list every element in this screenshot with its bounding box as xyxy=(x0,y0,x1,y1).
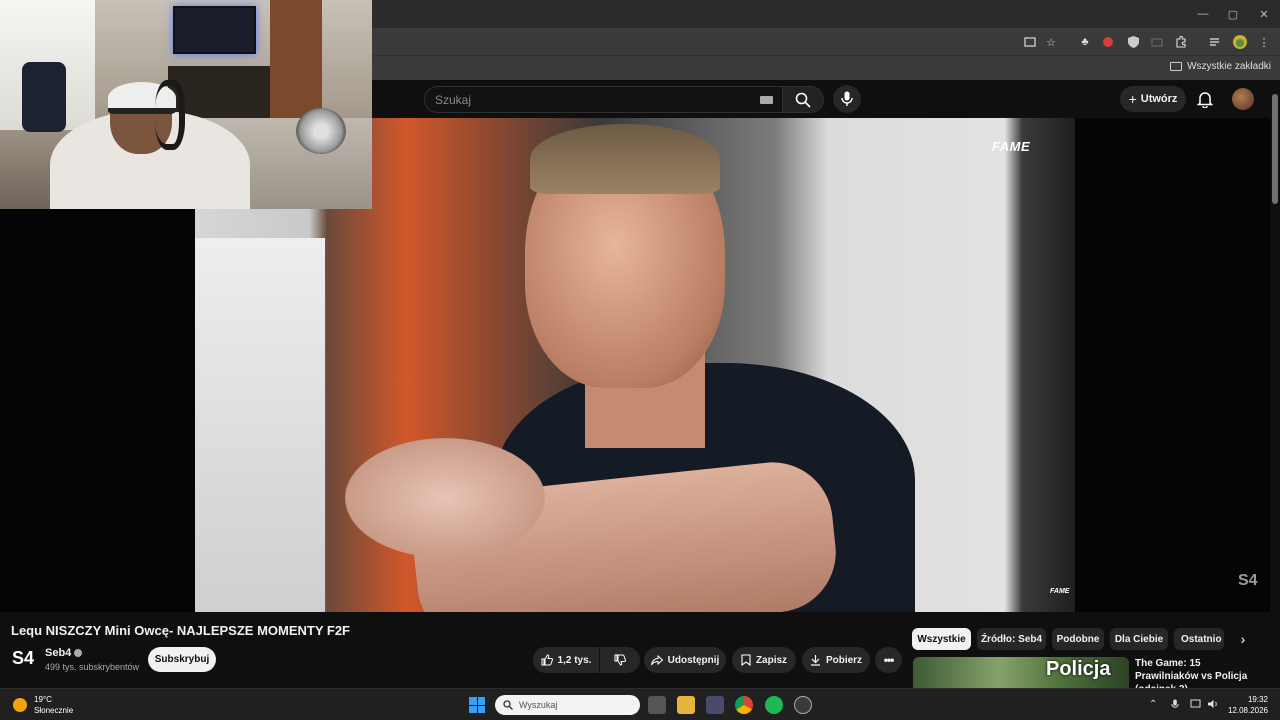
maximize-button[interactable]: ▢ xyxy=(1218,0,1248,28)
like-button[interactable]: 1,2 tys. xyxy=(533,647,599,673)
clock[interactable]: 19:32 12.08.2026 xyxy=(1226,694,1268,716)
webcam-tv xyxy=(173,6,256,54)
extensions-puzzle-icon[interactable] xyxy=(1173,34,1189,50)
spotify-icon[interactable] xyxy=(765,696,783,714)
like-count: 1,2 tys. xyxy=(557,654,592,666)
weather-temperature[interactable]: 19°C xyxy=(34,695,52,704)
chip-similar[interactable]: Podobne xyxy=(1052,628,1104,650)
search-icon xyxy=(795,92,811,108)
page-scrollbar[interactable] xyxy=(1270,80,1280,688)
clock-date: 12.08.2026 xyxy=(1227,706,1268,715)
subscribe-button[interactable]: Subskrybuj xyxy=(148,647,216,672)
task-view-icon[interactable] xyxy=(648,696,666,714)
channel-name[interactable]: Seb4 xyxy=(45,647,83,659)
weather-description[interactable]: Słonecznie xyxy=(34,706,73,715)
thumbs-up-icon xyxy=(541,654,553,666)
chip-source-seb4[interactable]: Źródło: Seb4 xyxy=(977,628,1046,650)
profile-avatar-icon[interactable] xyxy=(1232,34,1248,50)
taskbar-search[interactable]: Wyszukaj xyxy=(495,695,640,715)
fame-logo: FAME xyxy=(992,139,1031,154)
webcam-door xyxy=(270,0,322,118)
minimize-button[interactable]: — xyxy=(1188,0,1218,28)
file-explorer-icon[interactable] xyxy=(677,696,695,714)
bookmark-icon xyxy=(741,654,751,666)
search-icon xyxy=(503,700,513,710)
webcam-chair xyxy=(22,62,66,132)
extension-red-icon[interactable] xyxy=(1100,34,1116,50)
video-person-hair xyxy=(530,124,720,194)
volume-icon[interactable] xyxy=(1207,699,1219,712)
save-button[interactable]: Zapisz xyxy=(732,647,796,673)
thumbnail-text: Policja xyxy=(1046,658,1111,680)
verified-icon xyxy=(74,649,83,657)
taskbar-search-placeholder: Wyszukaj xyxy=(519,700,558,710)
chevron-up-icon[interactable]: ⌃ xyxy=(1149,699,1157,710)
save-label: Zapisz xyxy=(755,654,788,666)
notifications-bell-icon[interactable] xyxy=(1196,90,1214,109)
microphone-icon xyxy=(841,91,853,106)
app-icon[interactable] xyxy=(794,696,812,714)
channel-name-label: Seb4 xyxy=(45,647,72,659)
more-horizontal-icon: ••• xyxy=(883,653,895,667)
voice-search-button[interactable] xyxy=(833,85,861,113)
chrome-icon[interactable] xyxy=(735,696,753,714)
channel-avatar[interactable]: S4 xyxy=(11,646,35,670)
plus-icon: + xyxy=(1128,91,1137,107)
display-tray-icon[interactable] xyxy=(1190,699,1202,712)
search-button[interactable] xyxy=(782,86,824,113)
fame-logo-small: FAME xyxy=(1050,588,1070,595)
close-button[interactable]: ✕ xyxy=(1249,0,1279,28)
microphone-tray-icon[interactable] xyxy=(1171,699,1179,713)
chevron-right-icon[interactable]: › xyxy=(1233,629,1253,649)
bookmark-star-icon[interactable]: ☆ xyxy=(1043,34,1059,50)
share-icon xyxy=(650,654,663,665)
windows-start-button[interactable] xyxy=(469,697,485,713)
media-controls-icon[interactable] xyxy=(1208,34,1224,50)
extension-shield-icon[interactable] xyxy=(1125,34,1141,50)
download-button[interactable]: Pobierz xyxy=(802,647,870,673)
extension-tree-icon[interactable]: ♣ xyxy=(1077,34,1093,50)
dislike-button[interactable] xyxy=(600,647,640,673)
video-title: Lequ NISZCZY Mini Owcę- NAJLEPSZE MOMENT… xyxy=(11,623,350,638)
all-bookmarks-label: Wszystkie zakładki xyxy=(1187,61,1271,72)
chip-recently[interactable]: Ostatnio p xyxy=(1174,628,1224,650)
extension-gray-icon[interactable] xyxy=(1149,34,1165,50)
chip-all[interactable]: Wszystkie xyxy=(912,628,971,650)
download-label: Pobierz xyxy=(825,654,863,666)
webcam-headphones xyxy=(155,80,185,150)
subscriber-count: 499 tys. subskrybentów xyxy=(45,662,140,672)
share-button[interactable]: Udostępnij xyxy=(644,647,726,673)
video-background-panel xyxy=(195,238,325,612)
download-icon xyxy=(810,655,820,666)
video-person-hands xyxy=(345,438,545,558)
chrome-menu-icon[interactable]: ⋮ xyxy=(1256,34,1272,50)
recommendation-thumbnail[interactable]: Policja xyxy=(913,657,1129,688)
create-label: Utwórz xyxy=(1140,93,1178,105)
thumbs-down-icon xyxy=(614,654,626,666)
search-box[interactable] xyxy=(424,86,784,113)
store-icon[interactable] xyxy=(706,696,724,714)
sun-icon[interactable] xyxy=(13,698,27,712)
folder-icon xyxy=(1170,62,1183,71)
more-actions-button[interactable]: ••• xyxy=(875,647,902,673)
webcam-fan xyxy=(296,108,346,154)
keyboard-icon[interactable] xyxy=(760,96,773,104)
share-label: Udostępnij xyxy=(667,654,720,666)
all-bookmarks-button[interactable]: Wszystkie zakładki xyxy=(1170,61,1271,72)
clock-time: 19:32 xyxy=(1247,695,1268,704)
channel-watermark[interactable]: S4 xyxy=(1238,572,1258,590)
chip-for-you[interactable]: Dla Ciebie xyxy=(1110,628,1168,650)
windows-taskbar: 19°C Słonecznie Wyszukaj ⌃ 19:32 12.08.2… xyxy=(0,688,1280,720)
webcam-overlay xyxy=(0,0,372,209)
scrollbar-thumb[interactable] xyxy=(1272,94,1278,204)
account-avatar[interactable] xyxy=(1232,88,1254,110)
search-input[interactable] xyxy=(435,92,745,108)
create-button[interactable]: + Utwórz xyxy=(1120,86,1186,112)
cast-icon[interactable] xyxy=(1022,34,1038,50)
